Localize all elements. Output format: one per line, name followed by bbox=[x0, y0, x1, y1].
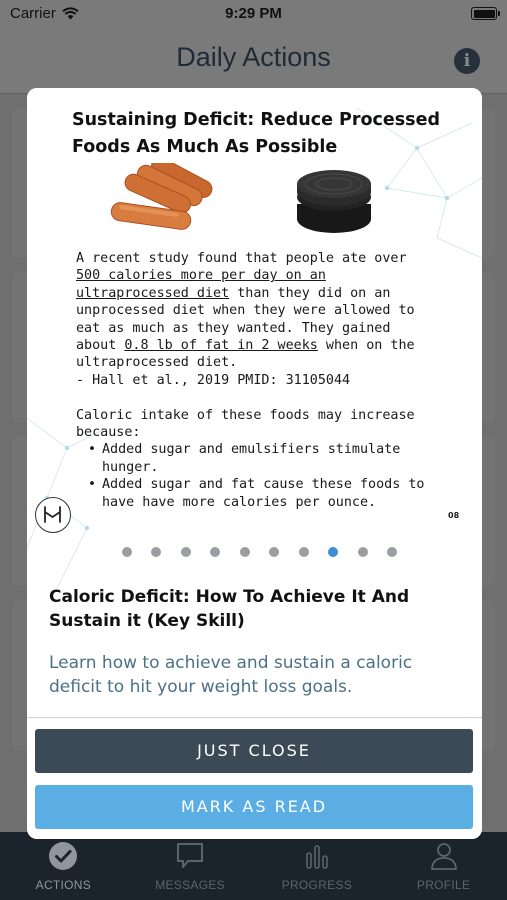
page-title: Daily Actions bbox=[176, 42, 331, 72]
body-line: A recent study found that people ate ove… bbox=[76, 251, 407, 266]
tab-label: PROGRESS bbox=[281, 878, 353, 892]
lesson-slide[interactable]: Sustaining Deficit: Reduce Processed Foo… bbox=[27, 88, 482, 624]
body-line: because: bbox=[76, 425, 141, 441]
body-text: about bbox=[76, 338, 125, 354]
pagination-dot[interactable] bbox=[210, 547, 221, 557]
slide-title: Sustaining Deficit: Reduce Processed Foo… bbox=[72, 107, 452, 161]
lesson-title: Caloric Deficit: How To Achieve It And S… bbox=[49, 587, 410, 631]
brand-logo-icon bbox=[35, 497, 71, 533]
underlined-text: 0.8 lb of fat in 2 weeks bbox=[124, 338, 318, 354]
mark-as-read-button[interactable]: MARK AS READ bbox=[35, 785, 473, 829]
brand-logo-mark bbox=[44, 506, 61, 523]
tab-label: ACTIONS bbox=[35, 878, 92, 892]
slide-number: 08 bbox=[448, 511, 460, 520]
info-icon[interactable]: i bbox=[454, 48, 480, 74]
pagination-dot[interactable] bbox=[387, 547, 398, 557]
slide-title-line: Foods As Much As Possible bbox=[72, 137, 338, 157]
pagination-dot-active[interactable] bbox=[328, 547, 339, 557]
body-text: than they did on an bbox=[229, 285, 391, 301]
citation: - Hall et al., 2019 PMID: 31105044 bbox=[76, 372, 351, 388]
battery-icon bbox=[471, 7, 500, 20]
clock: 9:29 PM bbox=[225, 5, 282, 22]
pagination-dot[interactable] bbox=[121, 547, 132, 557]
tab-label: MESSAGES bbox=[155, 878, 225, 892]
pagination-dot[interactable] bbox=[180, 547, 191, 557]
list-item: Added sugar and fat cause these foods to… bbox=[86, 476, 466, 511]
underlined-text: ultraprocessed diet bbox=[76, 285, 230, 301]
tab-profile[interactable]: PROFILE bbox=[380, 832, 507, 900]
sausages-image bbox=[110, 163, 213, 230]
app-header: Daily Actions i bbox=[0, 28, 507, 94]
tab-messages[interactable]: MESSAGES bbox=[127, 832, 254, 900]
slide-body: A recent study found that people ate ove… bbox=[76, 250, 466, 511]
tab-progress[interactable]: PROGRESS bbox=[254, 832, 381, 900]
list-item-line: Added sugar and emulsifiers stimulate bbox=[102, 442, 401, 458]
reasons-list: Added sugar and emulsifiers stimulate hu… bbox=[76, 441, 466, 511]
pagination-dot[interactable] bbox=[151, 547, 162, 557]
body-line: eat as much as they wanted. They gained bbox=[76, 320, 391, 336]
underlined-text: 500 calories more per day on an bbox=[76, 268, 326, 284]
list-item-line: hunger. bbox=[102, 459, 159, 475]
chat-bubble-icon bbox=[177, 843, 204, 868]
lesson-description: Learn how to achieve and sustain a calor… bbox=[49, 653, 413, 697]
pagination-dot[interactable] bbox=[239, 547, 250, 557]
just-close-button[interactable]: JUST CLOSE bbox=[35, 729, 473, 773]
pagination-dot[interactable] bbox=[298, 547, 309, 557]
tab-bar: ACTIONS MESSAGES PROGRESS PROFILE bbox=[0, 832, 507, 900]
pagination-dots bbox=[27, 547, 482, 561]
body-line: ultraprocessed diet. bbox=[76, 355, 238, 371]
lesson-modal: Sustaining Deficit: Reduce Processed Foo… bbox=[27, 88, 482, 839]
list-item: Added sugar and emulsifiers stimulate hu… bbox=[86, 441, 466, 476]
list-item-line: Added sugar and fat cause these foods to bbox=[102, 477, 425, 493]
list-item-line: have have more calories per ounce. bbox=[102, 494, 377, 510]
pagination-dot[interactable] bbox=[269, 547, 280, 557]
slide-title-line: Sustaining Deficit: Reduce Processed bbox=[72, 110, 440, 130]
check-circle-icon bbox=[49, 842, 78, 870]
body-line: unprocessed diet when they were allowed … bbox=[76, 303, 415, 319]
pagination-dot[interactable] bbox=[357, 547, 368, 557]
divider bbox=[27, 717, 482, 718]
body-text: when on the bbox=[317, 338, 415, 354]
person-icon bbox=[430, 843, 457, 870]
body-line: Caloric intake of these foods may increa… bbox=[76, 407, 415, 423]
status-bar: Carrier 9:29 PM bbox=[0, 0, 507, 28]
bar-chart-icon bbox=[306, 845, 328, 869]
tab-actions[interactable]: ACTIONS bbox=[0, 832, 127, 900]
sandwich-cookie-image bbox=[297, 170, 371, 233]
tab-label: PROFILE bbox=[416, 878, 471, 892]
